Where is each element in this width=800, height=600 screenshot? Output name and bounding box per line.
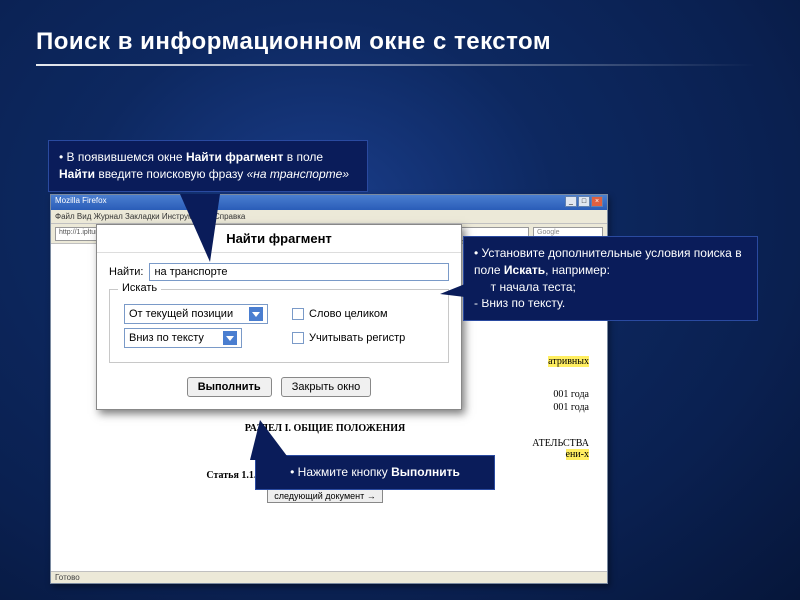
title-underline xyxy=(36,64,756,66)
match-case-checkbox[interactable]: Учитывать регистр xyxy=(292,332,405,344)
chevron-down-icon xyxy=(223,331,237,345)
callout-find-fragment: • В появившемся окне Найти фрагмент в по… xyxy=(48,140,368,192)
position-select[interactable]: От текущей позиции xyxy=(124,304,268,324)
execute-button[interactable]: Выполнить xyxy=(187,377,272,397)
callout-pointer-icon xyxy=(250,420,290,460)
maximize-icon[interactable]: □ xyxy=(578,196,590,207)
browser-menubar[interactable]: Файл Вид Журнал Закладки Инструменты Спр… xyxy=(51,210,607,224)
checkbox-icon xyxy=(292,332,304,344)
callout-search-options: • Установите дополнительные условия поис… xyxy=(463,236,758,321)
close-window-button[interactable]: Закрыть окно xyxy=(281,377,372,397)
highlight-text: атривных xyxy=(548,356,589,367)
find-input[interactable] xyxy=(149,263,449,281)
whole-word-checkbox[interactable]: Слово целиком xyxy=(292,308,388,320)
status-bar: Готово xyxy=(51,571,607,583)
minimize-icon[interactable]: _ xyxy=(565,196,577,207)
browser-titlebar: Mozilla Firefox _ □ × xyxy=(51,195,607,210)
callout-pointer-icon xyxy=(180,194,220,262)
callout-execute: • Нажмите кнопку Выполнить xyxy=(255,455,495,490)
checkbox-icon xyxy=(292,308,304,320)
select-value: От текущей позиции xyxy=(129,308,233,320)
select-value: Вниз по тексту xyxy=(129,332,204,344)
close-icon[interactable]: × xyxy=(591,196,603,207)
find-label: Найти: xyxy=(109,266,143,278)
fieldset-legend: Искать xyxy=(118,282,161,294)
slide-title: Поиск в информационном окне с текстом xyxy=(0,0,800,64)
highlight-text: ени-х xyxy=(566,449,589,460)
search-options-fieldset: Искать От текущей позиции Слово целиком … xyxy=(109,289,449,363)
checkbox-label: Учитывать регистр xyxy=(309,332,405,344)
chevron-down-icon xyxy=(249,307,263,321)
dialog-title: Найти фрагмент xyxy=(97,225,461,253)
find-dialog: Найти фрагмент Найти: Искать От текущей … xyxy=(96,224,462,410)
callout-pointer-icon xyxy=(440,274,490,300)
window-buttons: _ □ × xyxy=(565,196,603,209)
section-heading: РАЗДЕЛ I. ОБЩИЕ ПОЛОЖЕНИЯ xyxy=(61,423,589,434)
next-document-button[interactable]: следующий документ → xyxy=(267,489,383,503)
direction-select[interactable]: Вниз по тексту xyxy=(124,328,242,348)
browser-title-text: Mozilla Firefox xyxy=(55,196,107,209)
checkbox-label: Слово целиком xyxy=(309,308,388,320)
doc-text: АТЕЛЬСТВА xyxy=(532,438,589,449)
